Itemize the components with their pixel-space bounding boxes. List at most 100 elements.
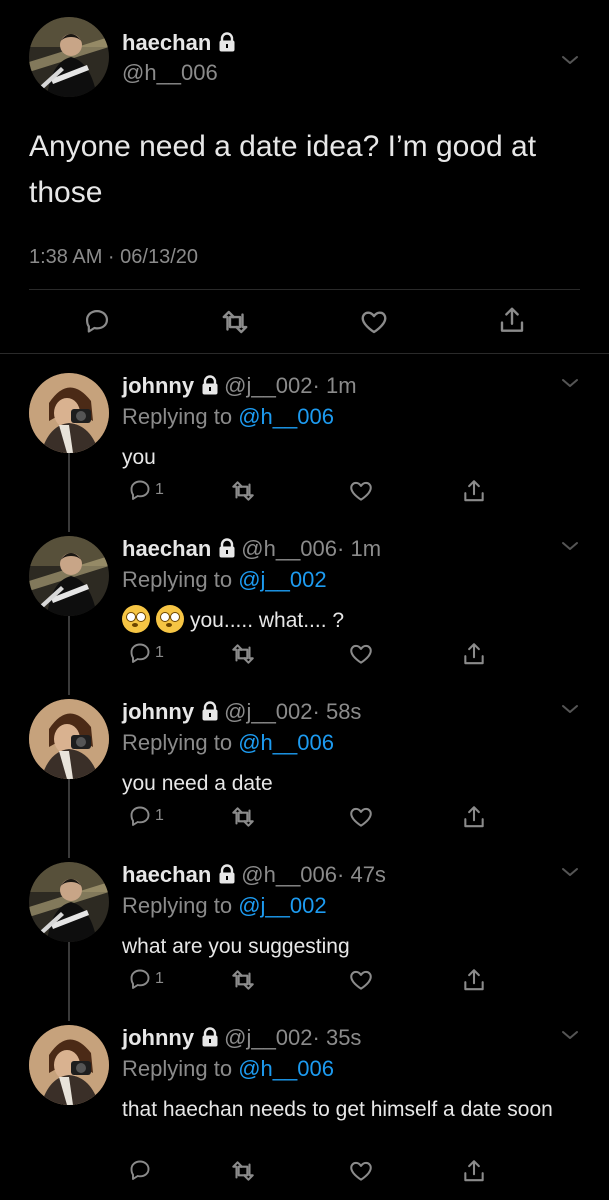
- replying-to-label: Replying to: [122, 893, 239, 918]
- replying-to-link[interactable]: @h__006: [238, 1056, 334, 1081]
- reply-time: · 58s: [312, 699, 362, 724]
- reply-text: what are you suggesting: [122, 935, 350, 958]
- share-icon[interactable]: [461, 804, 487, 830]
- reply-time: · 35s: [312, 1025, 362, 1050]
- author-name[interactable]: haechan: [122, 536, 211, 561]
- retweet-icon[interactable]: [220, 307, 250, 337]
- reply-action[interactable]: 1: [128, 478, 164, 502]
- replying-to-label: Replying to: [122, 567, 239, 592]
- reply-action[interactable]: 1: [128, 641, 164, 665]
- heart-icon[interactable]: [348, 478, 374, 504]
- share-action[interactable]: [461, 641, 487, 667]
- author-handle[interactable]: @j__002: [224, 373, 312, 398]
- share-icon[interactable]: [461, 1158, 487, 1184]
- reply-actions: 1: [122, 967, 492, 997]
- flushed-face-emoji: [122, 605, 150, 633]
- replying-to: Replying to @j__002: [122, 893, 327, 919]
- retweet-action[interactable]: [230, 641, 256, 667]
- avatar[interactable]: [29, 373, 109, 453]
- replying-to: Replying to @h__006: [122, 730, 334, 756]
- author-handle[interactable]: @h__006: [241, 536, 337, 561]
- reply-icon[interactable]: [128, 478, 152, 502]
- reply-header: johnny @j__002· 35s: [122, 1025, 361, 1051]
- heart-icon[interactable]: [348, 641, 374, 667]
- reply-text: that haechan needs to get himself a date…: [122, 1098, 553, 1121]
- author-handle[interactable]: @h__006: [122, 60, 218, 86]
- reply-action[interactable]: 1: [128, 967, 164, 991]
- retweet-action[interactable]: [230, 804, 256, 830]
- retweet-icon[interactable]: [230, 641, 256, 667]
- reply-action[interactable]: [128, 1158, 155, 1182]
- retweet-action[interactable]: [230, 478, 256, 504]
- reply-count: 1: [155, 970, 164, 987]
- author-name[interactable]: haechan: [122, 30, 211, 55]
- reply-tweet[interactable]: haechan @h__006· 1m Replying to @j__002 y…: [0, 521, 609, 684]
- share-action[interactable]: [461, 967, 487, 993]
- like-action[interactable]: [348, 1158, 374, 1184]
- heart-icon[interactable]: [348, 804, 374, 830]
- reply-tweet[interactable]: johnny @j__002· 1m Replying to @h__006 yo…: [0, 358, 609, 521]
- heart-icon[interactable]: [348, 1158, 374, 1184]
- author-name[interactable]: haechan: [122, 862, 211, 887]
- heart-icon[interactable]: [348, 967, 374, 993]
- retweet-icon[interactable]: [230, 1158, 256, 1184]
- share-icon[interactable]: [461, 967, 487, 993]
- reply-text: you..... what.... ?: [190, 609, 345, 632]
- replying-to-link[interactable]: @j__002: [238, 893, 326, 918]
- like-action[interactable]: [348, 478, 374, 504]
- replying-to: Replying to @j__002: [122, 567, 327, 593]
- divider: [29, 289, 580, 290]
- reply-icon[interactable]: [128, 804, 152, 828]
- reply-count: 1: [155, 481, 164, 498]
- chevron-down-icon[interactable]: [558, 48, 582, 72]
- chevron-down-icon[interactable]: [558, 860, 582, 884]
- like-action[interactable]: [348, 804, 374, 830]
- share-icon[interactable]: [461, 478, 487, 504]
- avatar[interactable]: [29, 536, 109, 616]
- author-handle[interactable]: @j__002: [224, 699, 312, 724]
- share-action[interactable]: [461, 1158, 487, 1184]
- replying-to-link[interactable]: @h__006: [238, 404, 334, 429]
- author-name[interactable]: johnny: [122, 373, 194, 398]
- avatar[interactable]: [29, 1025, 109, 1105]
- author-name[interactable]: johnny: [122, 699, 194, 724]
- chevron-down-icon[interactable]: [558, 371, 582, 395]
- retweet-action[interactable]: [230, 967, 256, 993]
- retweet-icon[interactable]: [230, 967, 256, 993]
- share-icon[interactable]: [461, 641, 487, 667]
- author-name[interactable]: johnny: [122, 1025, 194, 1050]
- avatar[interactable]: [29, 862, 109, 942]
- replying-to-link[interactable]: @j__002: [238, 567, 326, 592]
- chevron-down-icon[interactable]: [558, 1023, 582, 1047]
- reply-tweet[interactable]: johnny @j__002· 35s Replying to @h__006 t…: [0, 1010, 609, 1200]
- share-action[interactable]: [461, 804, 487, 830]
- reply-icon[interactable]: [128, 641, 152, 665]
- retweet-icon[interactable]: [230, 478, 256, 504]
- avatar[interactable]: [29, 17, 109, 97]
- avatar[interactable]: [29, 699, 109, 779]
- replying-to-link[interactable]: @h__006: [238, 730, 334, 755]
- chevron-down-icon[interactable]: [558, 534, 582, 558]
- reply-tweet[interactable]: haechan @h__006· 47s Replying to @j__002 …: [0, 847, 609, 1010]
- lock-icon: [217, 864, 237, 884]
- share-icon[interactable]: [497, 305, 527, 335]
- reply-icon[interactable]: [128, 1158, 152, 1182]
- replying-to-label: Replying to: [122, 404, 239, 429]
- chevron-down-icon[interactable]: [558, 697, 582, 721]
- author-handle[interactable]: @j__002: [224, 1025, 312, 1050]
- reply-tweet[interactable]: johnny @j__002· 58s Replying to @h__006 y…: [0, 684, 609, 847]
- like-action[interactable]: [348, 967, 374, 993]
- tweet-timestamp: 1:38 AM · 06/13/20: [29, 246, 199, 268]
- reply-action[interactable]: 1: [128, 804, 164, 828]
- reply-icon[interactable]: [128, 967, 152, 991]
- reply-header: johnny @j__002· 58s: [122, 699, 361, 725]
- like-action[interactable]: [348, 641, 374, 667]
- share-action[interactable]: [461, 478, 487, 504]
- reply-icon[interactable]: [83, 307, 111, 335]
- author-handle[interactable]: @h__006: [241, 862, 337, 887]
- retweet-icon[interactable]: [230, 804, 256, 830]
- lock-icon: [217, 538, 237, 558]
- author-name-row[interactable]: haechan: [122, 30, 241, 56]
- heart-icon[interactable]: [359, 307, 389, 337]
- retweet-action[interactable]: [230, 1158, 256, 1184]
